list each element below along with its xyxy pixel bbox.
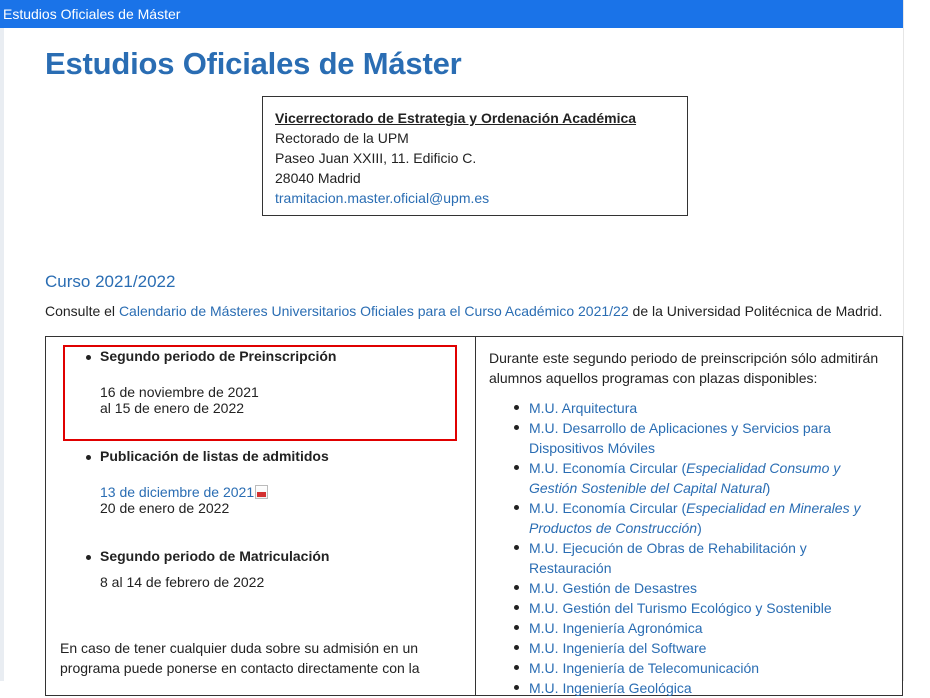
program-main: M.U. Economía Circular ( bbox=[529, 500, 687, 516]
publication-item: Publicación de listas de admitidos 13 de… bbox=[86, 448, 329, 516]
dates-column: Segundo periodo de Preinscripción 16 de … bbox=[46, 337, 475, 695]
program-link-desastres[interactable]: M.U. Gestión de Desastres bbox=[529, 580, 697, 596]
top-bar: Estudios Oficiales de Máster bbox=[0, 0, 903, 28]
program-item: M.U. Ingeniería Agronómica bbox=[514, 618, 889, 638]
calendar-link[interactable]: Calendario de Másteres Universitarios Of… bbox=[119, 303, 629, 319]
program-item: M.U. Desarrollo de Aplicaciones y Servic… bbox=[514, 418, 889, 458]
note-line-2: alumnos aquellos programas con plazas di… bbox=[489, 370, 818, 386]
program-item: M.U. Ingeniería de Telecomunicación bbox=[514, 658, 889, 678]
page-title: Estudios Oficiales de Máster bbox=[45, 46, 462, 81]
program-link-moviles[interactable]: M.U. Desarrollo de Aplicaciones y Servic… bbox=[529, 420, 831, 456]
program-item: M.U. Ejecución de Obras de Rehabilitació… bbox=[514, 538, 889, 578]
address-line-3: 28040 Madrid bbox=[275, 170, 361, 186]
preinscription-title: Segundo periodo de Preinscripción bbox=[85, 348, 337, 364]
publication-second: 20 de enero de 2022 bbox=[100, 500, 230, 516]
program-item: M.U. Economía Circular (Especialidad Con… bbox=[514, 458, 889, 498]
right-edge bbox=[903, 0, 904, 681]
program-item: M.U. Gestión del Turismo Ecológico y Sos… bbox=[514, 598, 889, 618]
program-close: ) bbox=[765, 480, 771, 496]
preinscription-start: 16 de noviembre de 2021 bbox=[100, 384, 259, 400]
publication-pdf-link[interactable]: 13 de diciembre de 2021 bbox=[100, 484, 254, 500]
enrollment-title: Segundo periodo de Matriculación bbox=[85, 548, 330, 564]
program-item: M.U. Arquitectura bbox=[514, 398, 889, 418]
address-line-1: Rectorado de la UPM bbox=[275, 130, 409, 146]
program-item: M.U. Gestión de Desastres bbox=[514, 578, 889, 598]
publication-title: Publicación de listas de admitidos bbox=[86, 448, 329, 464]
program-link-software[interactable]: M.U. Ingeniería del Software bbox=[529, 640, 706, 656]
note-line-1: Durante este segundo periodo de preinscr… bbox=[489, 350, 879, 366]
programs-list: M.U. Arquitectura M.U. Desarrollo de Apl… bbox=[514, 398, 889, 698]
contact-line-1: En caso de tener cualquier duda sobre su… bbox=[60, 640, 419, 656]
preinscription-end: al 15 de enero de 2022 bbox=[100, 400, 245, 416]
top-bar-title: Estudios Oficiales de Máster bbox=[3, 6, 181, 22]
office-name: Vicerrectorado de Estrategia y Ordenació… bbox=[275, 110, 637, 126]
program-link-rehabilitacion[interactable]: M.U. Ejecución de Obras de Rehabilitació… bbox=[529, 540, 807, 576]
preinscription-item: Segundo periodo de Preinscripción 16 de … bbox=[85, 348, 337, 416]
course-heading: Curso 2021/2022 bbox=[45, 272, 176, 291]
program-link-turismo[interactable]: M.U. Gestión del Turismo Ecológico y Sos… bbox=[529, 600, 832, 616]
dates-table: Segundo periodo de Preinscripción 16 de … bbox=[45, 336, 903, 696]
program-item: M.U. Ingeniería Geológica bbox=[514, 678, 889, 698]
contact-note: En caso de tener cualquier duda sobre su… bbox=[60, 638, 460, 678]
address-box: Vicerrectorado de Estrategia y Ordenació… bbox=[262, 96, 688, 216]
program-item: M.U. Economía Circular (Especialidad en … bbox=[514, 498, 889, 538]
program-close: ) bbox=[697, 520, 702, 536]
course-intro: Consulte el Calendario de Másteres Unive… bbox=[45, 303, 882, 319]
program-link-agronomica[interactable]: M.U. Ingeniería Agronómica bbox=[529, 620, 703, 636]
contact-line-2: programa puede ponerse en contacto direc… bbox=[60, 660, 420, 676]
address-line-2: Paseo Juan XXIII, 11. Edificio C. bbox=[275, 150, 477, 166]
program-link-telecomunicacion[interactable]: M.U. Ingeniería de Telecomunicación bbox=[529, 660, 759, 676]
enrollment-item: Segundo periodo de Matriculación 8 al 14… bbox=[85, 548, 330, 590]
email-link[interactable]: tramitacion.master.oficial@upm.es bbox=[275, 188, 675, 208]
program-item: M.U. Ingeniería del Software bbox=[514, 638, 889, 658]
program-main: M.U. Economía Circular ( bbox=[529, 460, 687, 476]
programs-note: Durante este segundo periodo de preinscr… bbox=[489, 348, 889, 388]
publication-first: 13 de diciembre de 2021 bbox=[100, 484, 329, 500]
program-link-economia-consumo[interactable]: M.U. Economía Circular (Especialidad Con… bbox=[529, 460, 840, 496]
intro-prefix: Consulte el bbox=[45, 303, 119, 319]
intro-suffix: de la Universidad Politécnica de Madrid. bbox=[628, 303, 883, 319]
enrollment-dates: 8 al 14 de febrero de 2022 bbox=[100, 574, 265, 590]
left-edge bbox=[0, 28, 4, 681]
column-divider bbox=[475, 337, 476, 695]
program-link-geologica[interactable]: M.U. Ingeniería Geológica bbox=[529, 680, 692, 696]
program-link-economia-minerales[interactable]: M.U. Economía Circular (Especialidad en … bbox=[529, 500, 860, 536]
pdf-icon[interactable] bbox=[255, 485, 269, 499]
program-link-arquitectura[interactable]: M.U. Arquitectura bbox=[529, 400, 637, 416]
